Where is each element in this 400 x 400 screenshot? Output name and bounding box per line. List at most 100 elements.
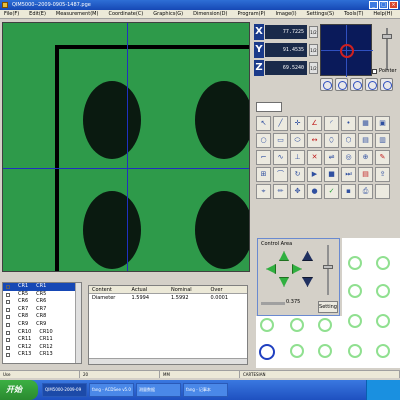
frame-tool-icon[interactable]: ▣: [375, 116, 390, 131]
table-tool-icon[interactable]: ▤: [358, 133, 373, 148]
measure-tool-icon[interactable]: ⌖: [256, 184, 271, 199]
pointer-checkbox[interactable]: Pointer: [372, 68, 397, 74]
tree-item[interactable]: CR6 CR6: [3, 298, 81, 306]
taskbar-item[interactable]: QIM5000-2009-09: [42, 383, 87, 397]
table-row[interactable]: Diameter 1.5994 1.5992 0.0001: [89, 294, 247, 302]
light-contour-icon[interactable]: [350, 78, 363, 91]
ellipse-tool-icon[interactable]: ⬯: [324, 133, 339, 148]
step-tool-icon[interactable]: ⏭: [341, 167, 356, 182]
tree-item[interactable]: CR5 CR5: [3, 291, 81, 299]
tree-scrollbar[interactable]: [75, 283, 81, 363]
tree-item[interactable]: CR8 CR8: [3, 313, 81, 321]
z-up-arrow-icon[interactable]: [302, 251, 313, 261]
menu-edit[interactable]: Edit(E): [29, 10, 46, 18]
tangent-tool-icon[interactable]: ⌒: [273, 167, 288, 182]
record-tool-icon[interactable]: ●: [307, 184, 322, 199]
jog-right-arrow-icon[interactable]: [292, 264, 302, 274]
start-button[interactable]: 开始: [0, 380, 38, 400]
align-tool-icon[interactable]: ⊥: [290, 150, 305, 165]
grid-tool-icon[interactable]: ▦: [358, 116, 373, 131]
mirror-tool-icon[interactable]: ⇌: [324, 150, 339, 165]
confirm-tool-icon[interactable]: ✓: [324, 184, 339, 199]
menu-help[interactable]: Help(H): [373, 10, 392, 18]
distance-tool-icon[interactable]: ↔: [307, 133, 322, 148]
taskbar-item[interactable]: fang - 记事本: [183, 383, 228, 397]
dro-y-zero-button[interactable]: 1/2: [309, 44, 318, 56]
results-col-actual[interactable]: Actual: [129, 286, 169, 293]
dro-x-zero-button[interactable]: 1/2: [309, 26, 318, 38]
circle-tool-icon[interactable]: ○: [256, 133, 271, 148]
line-tool-icon[interactable]: ╱: [273, 116, 288, 131]
tree-item[interactable]: CR7 CR7: [3, 306, 81, 314]
menu-program[interactable]: Program(P): [237, 10, 265, 18]
tree-item[interactable]: CR13 CR13: [3, 351, 81, 359]
edge-tool-icon[interactable]: ⌐: [256, 150, 271, 165]
curve-tool-icon[interactable]: ∿: [273, 150, 288, 165]
slot-tool-icon[interactable]: ⬭: [290, 133, 305, 148]
jog-down-arrow-icon[interactable]: [279, 277, 289, 287]
rotate-tool-icon[interactable]: ↻: [290, 167, 305, 182]
export-tool-icon[interactable]: ⇪: [375, 167, 390, 182]
zoom-slider-knob[interactable]: [382, 34, 392, 39]
pointer-tool-icon[interactable]: ↖: [256, 116, 271, 131]
zoom-slider[interactable]: [378, 24, 396, 74]
polygon-tool-icon[interactable]: ⬡: [341, 133, 356, 148]
results-scrollbar[interactable]: [89, 358, 247, 364]
speed-slider-knob[interactable]: [323, 265, 333, 269]
stop-tool-icon[interactable]: ■: [324, 167, 339, 182]
jog-left-arrow-icon[interactable]: [266, 264, 276, 274]
blank-tool-icon[interactable]: [375, 184, 390, 199]
pointer-checkbox-box[interactable]: [372, 68, 377, 74]
move-tool-icon[interactable]: ✥: [290, 184, 305, 199]
minimize-button[interactable]: _: [369, 1, 378, 9]
close-button[interactable]: ×: [389, 1, 398, 9]
camera-view[interactable]: [2, 22, 250, 272]
target-tool-icon[interactable]: ◎: [341, 150, 356, 165]
menu-file[interactable]: File(F): [4, 10, 19, 18]
calibrate-tool-icon[interactable]: ✎: [375, 150, 390, 165]
angle-tool-icon[interactable]: ∠: [307, 116, 322, 131]
menu-image[interactable]: Image(I): [275, 10, 296, 18]
save-tool-icon[interactable]: ▪: [341, 184, 356, 199]
crosshair-tool-icon[interactable]: ✛: [290, 116, 305, 131]
arc-tool-icon[interactable]: ◜: [324, 116, 339, 131]
layout-tool-icon[interactable]: ▥: [375, 133, 390, 148]
menu-measurement[interactable]: Measurement(M): [56, 10, 99, 18]
point-tool-icon[interactable]: •: [341, 116, 356, 131]
jog-up-arrow-icon[interactable]: [279, 251, 289, 261]
results-col-nominal[interactable]: Nominal: [168, 286, 208, 293]
menu-tools[interactable]: Tools(T): [344, 10, 363, 18]
results-col-over[interactable]: Over: [208, 286, 248, 293]
setting-button[interactable]: Setting: [318, 301, 338, 313]
tool-select-dropdown[interactable]: [256, 102, 282, 112]
results-col-content[interactable]: Content: [89, 286, 129, 293]
tree-item[interactable]: CR11 CR11: [3, 336, 81, 344]
taskbar-item[interactable]: fang - ACDSee v5.0: [89, 383, 134, 397]
scan-tool-icon[interactable]: ⊞: [256, 167, 271, 182]
taskbar-item[interactable]: 测量数据: [136, 383, 181, 397]
tree-item[interactable]: CR12 CR12: [3, 344, 81, 352]
light-ring-icon[interactable]: [320, 78, 333, 91]
menu-graphics[interactable]: Graphics(G): [153, 10, 183, 18]
menu-settings[interactable]: Settings(S): [307, 10, 335, 18]
light-surface-icon[interactable]: [335, 78, 348, 91]
tree-item[interactable]: CR1 CR1: [3, 283, 81, 291]
menu-coordinate[interactable]: Coordinate(C): [108, 10, 143, 18]
play-tool-icon[interactable]: ▶: [307, 167, 322, 182]
speed-vertical-slider[interactable]: [322, 245, 334, 295]
pencil-tool-icon[interactable]: ✏: [273, 184, 288, 199]
zoom-tool-icon[interactable]: ⊕: [358, 150, 373, 165]
tree-item[interactable]: CR9 CR9: [3, 321, 81, 329]
dro-z-zero-button[interactable]: 1/2: [309, 62, 318, 74]
tree-item[interactable]: CR10 CR10: [3, 329, 81, 337]
print-tool-icon[interactable]: ⎙: [358, 184, 373, 199]
menu-dimension[interactable]: Dimension(D): [193, 10, 227, 18]
report-tool-icon[interactable]: ▤: [358, 167, 373, 182]
rectangle-tool-icon[interactable]: ▭: [273, 133, 288, 148]
intersect-tool-icon[interactable]: ✕: [307, 150, 322, 165]
speed-horizontal-slider[interactable]: [261, 302, 285, 305]
light-coaxial-icon[interactable]: [365, 78, 378, 91]
maximize-button[interactable]: □: [379, 1, 388, 9]
light-off-icon[interactable]: [380, 78, 393, 91]
z-down-arrow-icon[interactable]: [302, 277, 313, 287]
